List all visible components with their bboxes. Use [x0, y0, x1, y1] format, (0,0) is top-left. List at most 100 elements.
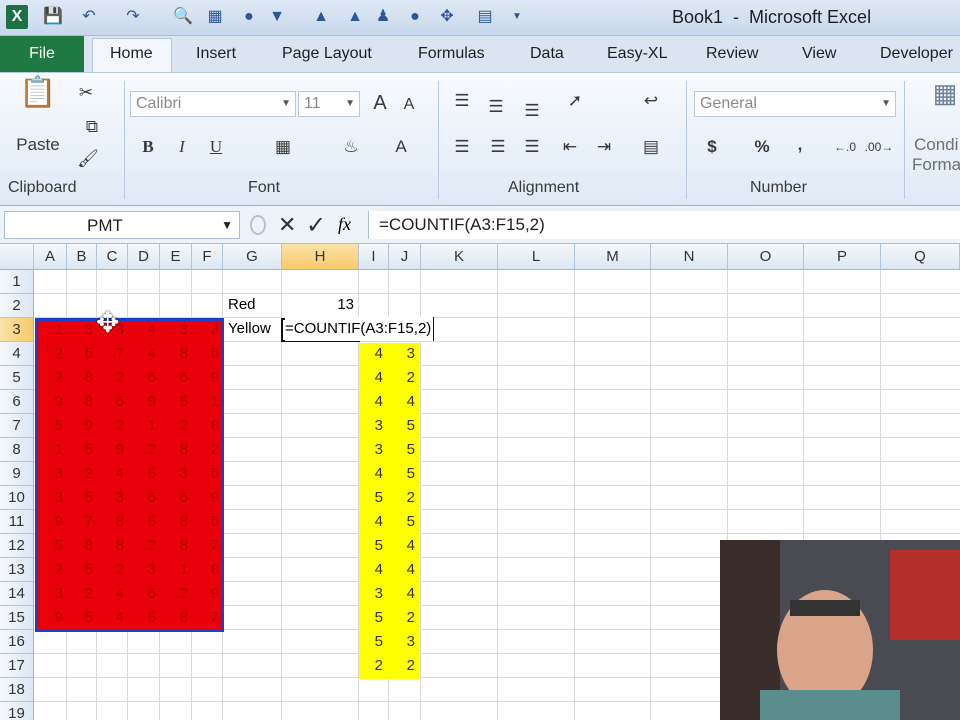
- column-header-d[interactable]: D: [128, 244, 160, 270]
- wrap-text-icon[interactable]: ↩: [638, 89, 664, 113]
- paste-icon[interactable]: 📋: [18, 78, 58, 125]
- row-header-18[interactable]: 18: [0, 678, 34, 702]
- column-header-a[interactable]: A: [34, 244, 67, 270]
- yellow-range-cell[interactable]: 5: [359, 606, 383, 630]
- yellow-range-cell[interactable]: 5: [359, 630, 383, 654]
- align-top-icon[interactable]: ☰: [450, 89, 474, 113]
- enter-icon[interactable]: ✓: [306, 211, 326, 240]
- row-header-15[interactable]: 15: [0, 606, 34, 630]
- row-header-17[interactable]: 17: [0, 654, 34, 678]
- cell-g3[interactable]: Yellow: [228, 317, 271, 341]
- yellow-range-cell[interactable]: 4: [389, 558, 415, 582]
- comma-button[interactable]: ,: [788, 133, 812, 157]
- format-painter-icon[interactable]: 🖌: [76, 147, 100, 171]
- yellow-range-cell[interactable]: 4: [389, 390, 415, 414]
- paste-button[interactable]: Paste: [10, 133, 66, 157]
- formula-input[interactable]: =COUNTIF(A3:F15,2): [368, 211, 960, 239]
- yellow-range-cell[interactable]: 3: [359, 582, 383, 606]
- yellow-range-cell[interactable]: 5: [359, 534, 383, 558]
- filter-icon[interactable]: ▼: [266, 6, 288, 28]
- select-all-corner[interactable]: [0, 244, 34, 270]
- splitter-handle[interactable]: [250, 215, 266, 235]
- row-header-2[interactable]: 2: [0, 294, 34, 318]
- yellow-range-cell[interactable]: 5: [359, 486, 383, 510]
- conditional-formatting-label-2[interactable]: Forma: [912, 153, 960, 177]
- yellow-range-cell[interactable]: 4: [359, 462, 383, 486]
- copy-icon[interactable]: ⧉: [74, 115, 110, 139]
- conditional-formatting-icon[interactable]: ▦: [930, 80, 960, 106]
- row-header-12[interactable]: 12: [0, 534, 34, 558]
- decrease-decimal-icon[interactable]: .00→: [864, 135, 894, 159]
- column-header-m[interactable]: M: [575, 244, 651, 270]
- row-header-4[interactable]: 4: [0, 342, 34, 366]
- column-header-c[interactable]: C: [97, 244, 128, 270]
- percent-button[interactable]: %: [750, 135, 774, 159]
- save-icon[interactable]: 💾: [42, 6, 64, 28]
- row-header-1[interactable]: 1: [0, 270, 34, 294]
- yellow-range-cell[interactable]: 2: [389, 366, 415, 390]
- tab-review[interactable]: Review: [706, 45, 758, 63]
- cell-g2[interactable]: Red: [228, 293, 256, 317]
- row-header-3[interactable]: 3: [0, 318, 34, 342]
- column-header-n[interactable]: N: [651, 244, 728, 270]
- excel-logo-icon[interactable]: X: [6, 5, 28, 29]
- picture-icon[interactable]: ▦: [204, 6, 226, 28]
- yellow-range-cell[interactable]: 3: [389, 630, 415, 654]
- align-center-icon[interactable]: ☰: [486, 135, 510, 159]
- yellow-range-cell[interactable]: 4: [359, 366, 383, 390]
- tab-view[interactable]: View: [802, 45, 836, 63]
- undo-icon[interactable]: ↶: [78, 6, 100, 28]
- orientation-icon[interactable]: ➚: [558, 89, 592, 113]
- column-header-o[interactable]: O: [728, 244, 804, 270]
- circle-icon[interactable]: ●: [238, 6, 260, 28]
- person-icon[interactable]: ♟: [372, 6, 394, 28]
- tab-data[interactable]: Data: [530, 45, 564, 63]
- tab-developer[interactable]: Developer: [880, 45, 953, 63]
- yellow-range-cell[interactable]: 4: [389, 582, 415, 606]
- yellow-range-cell[interactable]: 3: [389, 342, 415, 366]
- yellow-range-cell[interactable]: 5: [389, 462, 415, 486]
- record-icon[interactable]: ●: [404, 6, 426, 28]
- tab-home[interactable]: Home: [110, 45, 153, 63]
- yellow-range-cell[interactable]: 4: [359, 510, 383, 534]
- borders-icon[interactable]: ▦: [268, 135, 298, 159]
- grow-font-icon[interactable]: A: [368, 91, 392, 115]
- column-header-b[interactable]: B: [67, 244, 97, 270]
- merge-center-icon[interactable]: ▤: [636, 135, 666, 159]
- column-header-g[interactable]: G: [223, 244, 282, 270]
- print-preview-icon[interactable]: 🔍: [172, 6, 194, 28]
- cell-h3-editing[interactable]: =COUNTIF(A3:F15,2): [285, 317, 435, 341]
- name-box[interactable]: PMT ▼: [4, 211, 240, 239]
- yellow-range-cell[interactable]: 4: [359, 390, 383, 414]
- align-bottom-icon[interactable]: ☰: [520, 99, 544, 123]
- yellow-range-cell[interactable]: 4: [359, 342, 383, 366]
- column-header-j[interactable]: J: [389, 244, 421, 270]
- number-format-combo[interactable]: General ▼: [694, 91, 896, 117]
- increase-indent-icon[interactable]: ⇥: [592, 135, 616, 159]
- row-header-6[interactable]: 6: [0, 390, 34, 414]
- column-header-f[interactable]: F: [192, 244, 223, 270]
- decrease-indent-icon[interactable]: ⇤: [558, 135, 582, 159]
- row-header-5[interactable]: 5: [0, 366, 34, 390]
- shrink-font-icon[interactable]: A: [398, 93, 420, 117]
- row-header-19[interactable]: 19: [0, 702, 34, 720]
- column-header-q[interactable]: Q: [881, 244, 960, 270]
- currency-button[interactable]: $: [700, 135, 724, 159]
- bold-button[interactable]: B: [136, 135, 160, 159]
- yellow-range-cell[interactable]: 5: [389, 510, 415, 534]
- cancel-icon[interactable]: ✕: [278, 212, 296, 238]
- chevron-down-icon[interactable]: ▼: [221, 218, 233, 232]
- row-header-14[interactable]: 14: [0, 582, 34, 606]
- column-header-e[interactable]: E: [160, 244, 192, 270]
- sort-icon[interactable]: ▲: [310, 6, 332, 28]
- row-header-10[interactable]: 10: [0, 486, 34, 510]
- row-header-8[interactable]: 8: [0, 438, 34, 462]
- yellow-range-cell[interactable]: 5: [389, 414, 415, 438]
- customize-qat-icon[interactable]: ▼: [506, 6, 528, 28]
- align-middle-icon[interactable]: ☰: [484, 95, 508, 119]
- yellow-range-cell[interactable]: 2: [389, 606, 415, 630]
- shape-icon[interactable]: ▲: [344, 6, 366, 28]
- font-size-combo[interactable]: 11 ▼: [298, 91, 360, 117]
- italic-button[interactable]: I: [170, 135, 194, 159]
- yellow-range-cell[interactable]: 4: [389, 534, 415, 558]
